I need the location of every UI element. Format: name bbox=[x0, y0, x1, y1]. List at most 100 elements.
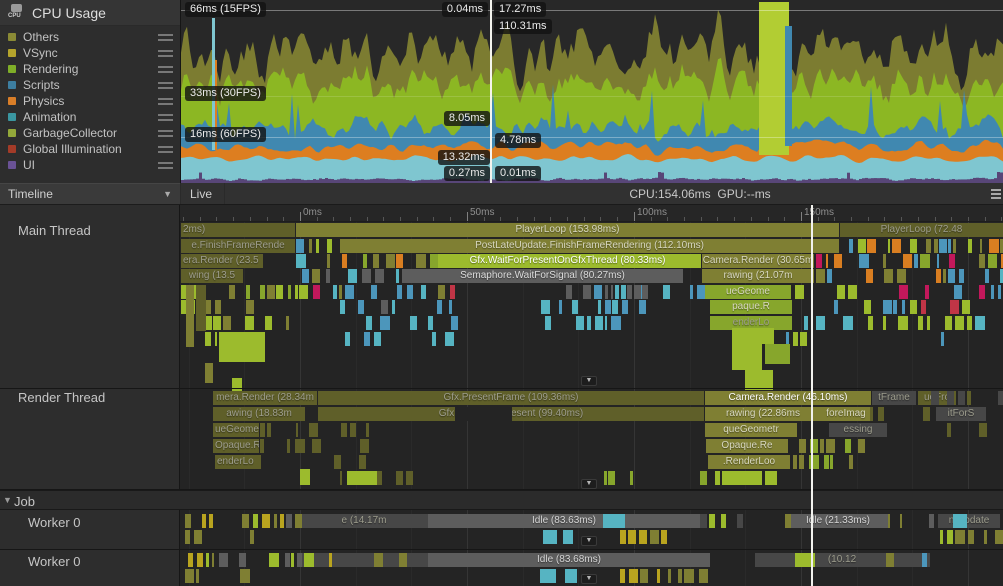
timeline-sample[interactable] bbox=[929, 514, 934, 528]
timeline-sample[interactable] bbox=[620, 530, 626, 544]
timeline-sample[interactable] bbox=[286, 514, 292, 528]
timeline-sample-postlateupdate.finishframerendering-112.10ms-[interactable]: PostLateUpdate.FinishFrameRendering (112… bbox=[340, 239, 839, 253]
timeline-sample[interactable] bbox=[416, 254, 426, 268]
timeline-sample[interactable] bbox=[765, 344, 790, 364]
timeline-sample[interactable] bbox=[611, 316, 621, 330]
timeline-sample[interactable] bbox=[848, 285, 857, 299]
expand-rows-button[interactable]: ▼ bbox=[581, 376, 597, 386]
legend-item-global-illumination[interactable]: Global Illumination bbox=[0, 141, 180, 157]
timeline-sample[interactable] bbox=[975, 316, 985, 330]
timeline-sample[interactable] bbox=[563, 530, 573, 544]
timeline-sample[interactable] bbox=[341, 423, 347, 437]
timeline-sample[interactable] bbox=[374, 553, 383, 567]
timeline-sample-gfx.waitforpresentongfxthread-80.33ms-[interactable]: Gfx.WaitForPresentOnGfxThread (80.33ms) bbox=[434, 254, 701, 268]
timeline-sample[interactable] bbox=[288, 285, 291, 299]
timeline-sample-era.render-23.5[interactable]: era.Render (23.5 bbox=[181, 254, 263, 268]
timeline-sample[interactable] bbox=[364, 332, 370, 346]
timeline-sample-uegeome[interactable]: ueGeome bbox=[705, 285, 791, 299]
timeline-sample[interactable] bbox=[837, 285, 845, 299]
timeline-sample[interactable] bbox=[955, 316, 964, 330]
timeline-sample[interactable] bbox=[937, 254, 939, 268]
timeline-sample[interactable] bbox=[329, 553, 332, 567]
timeline-sample[interactable] bbox=[899, 285, 908, 299]
timeline-sample[interactable] bbox=[921, 300, 926, 314]
timeline-sample-camera.render-46.10ms-[interactable]: Camera.Render (46.10ms) bbox=[705, 391, 871, 405]
timeline-sample[interactable] bbox=[700, 514, 707, 528]
timeline-sample[interactable] bbox=[883, 254, 886, 268]
timeline-sample[interactable] bbox=[239, 553, 246, 567]
timeline-sample[interactable] bbox=[285, 553, 290, 567]
timeline-sample[interactable] bbox=[968, 239, 972, 253]
timeline-sample[interactable] bbox=[559, 300, 562, 314]
timeline-sample[interactable] bbox=[262, 514, 270, 528]
timeline-sample[interactable] bbox=[260, 439, 264, 453]
timeline-sample[interactable] bbox=[304, 553, 314, 567]
timeline-sample[interactable] bbox=[437, 300, 442, 314]
timeline-sample[interactable] bbox=[373, 254, 379, 268]
timeline-sample[interactable] bbox=[316, 239, 319, 253]
timeline-sample[interactable] bbox=[620, 569, 625, 583]
timeline-sample[interactable] bbox=[953, 239, 956, 253]
timeline-sample[interactable] bbox=[351, 553, 361, 567]
timeline-sample[interactable] bbox=[922, 553, 927, 567]
timeline-sample[interactable] bbox=[350, 423, 356, 437]
legend-item-garbagecollector[interactable]: GarbageCollector bbox=[0, 125, 180, 141]
timeline-sample[interactable] bbox=[722, 471, 762, 485]
timeline-sample-wing-13.5[interactable]: wing (13.5 bbox=[181, 269, 243, 283]
timeline-sample[interactable] bbox=[428, 316, 433, 330]
timeline-sample[interactable] bbox=[816, 316, 825, 330]
thread-label[interactable]: Worker 0 bbox=[28, 554, 81, 569]
timeline-sample[interactable] bbox=[979, 423, 987, 437]
timeline-sample[interactable] bbox=[583, 285, 591, 299]
timeline-sample[interactable] bbox=[339, 285, 342, 299]
timeline-sample[interactable] bbox=[185, 514, 191, 528]
timeline-sample[interactable] bbox=[566, 285, 572, 299]
timeline-sample[interactable] bbox=[381, 300, 388, 314]
timeline-sample[interactable] bbox=[340, 300, 345, 314]
timeline-sample[interactable] bbox=[737, 514, 743, 528]
timeline-sample[interactable] bbox=[926, 239, 931, 253]
timeline-sample[interactable] bbox=[910, 300, 917, 314]
timeline-sample-tframe[interactable]: tFrame bbox=[872, 391, 916, 405]
drag-handle-icon[interactable] bbox=[158, 82, 173, 89]
thread-label[interactable]: Render Thread bbox=[18, 390, 105, 405]
timeline-sample[interactable] bbox=[827, 269, 832, 283]
timeline-sample[interactable] bbox=[902, 300, 905, 314]
timeline-sample[interactable] bbox=[678, 569, 682, 583]
timeline-sample[interactable] bbox=[816, 269, 825, 283]
timeline-sample[interactable] bbox=[312, 439, 321, 453]
timeline-sample[interactable] bbox=[302, 269, 309, 283]
timeline-sample[interactable] bbox=[565, 569, 577, 583]
time-ruler[interactable]: 0ms50ms100ms150ms bbox=[180, 205, 1003, 222]
drag-handle-icon[interactable] bbox=[158, 34, 173, 41]
timeline-sample[interactable] bbox=[359, 455, 366, 469]
timeline-sample[interactable] bbox=[923, 407, 930, 421]
timeline-sample[interactable] bbox=[345, 332, 350, 346]
timeline-sample[interactable] bbox=[374, 332, 381, 346]
timeline-sample[interactable] bbox=[830, 455, 833, 469]
timeline-sample[interactable] bbox=[709, 514, 715, 528]
timeline-sample[interactable] bbox=[229, 285, 235, 299]
timeline-sample[interactable] bbox=[396, 269, 399, 283]
thread-label[interactable]: Main Thread bbox=[18, 223, 91, 238]
timeline-sample[interactable] bbox=[834, 300, 838, 314]
timeline-sample[interactable] bbox=[892, 239, 901, 253]
timeline-sample[interactable] bbox=[215, 300, 221, 314]
timeline-sample[interactable] bbox=[630, 471, 633, 485]
timeline-sample-n.update[interactable]: n.Update bbox=[938, 514, 1000, 528]
legend-item-animation[interactable]: Animation bbox=[0, 109, 180, 125]
timeline-sample[interactable] bbox=[541, 300, 550, 314]
timeline-sample[interactable] bbox=[205, 363, 213, 383]
timeline-sample[interactable] bbox=[396, 254, 403, 268]
timeline-sample[interactable] bbox=[642, 285, 648, 299]
timeline-sample[interactable] bbox=[867, 239, 876, 253]
timeline-sample[interactable] bbox=[587, 316, 591, 330]
timeline-sample[interactable] bbox=[962, 300, 970, 314]
timeline-sample[interactable] bbox=[621, 285, 626, 299]
timeline-sample[interactable] bbox=[449, 300, 452, 314]
timeline-sample-opaque.re[interactable]: Opaque.Re bbox=[706, 439, 788, 453]
timeline-sample[interactable] bbox=[603, 514, 625, 528]
collapse-triangle-icon[interactable]: ▼ bbox=[3, 495, 12, 505]
timeline-sample[interactable] bbox=[843, 316, 853, 330]
timeline-sample[interactable] bbox=[948, 269, 955, 283]
